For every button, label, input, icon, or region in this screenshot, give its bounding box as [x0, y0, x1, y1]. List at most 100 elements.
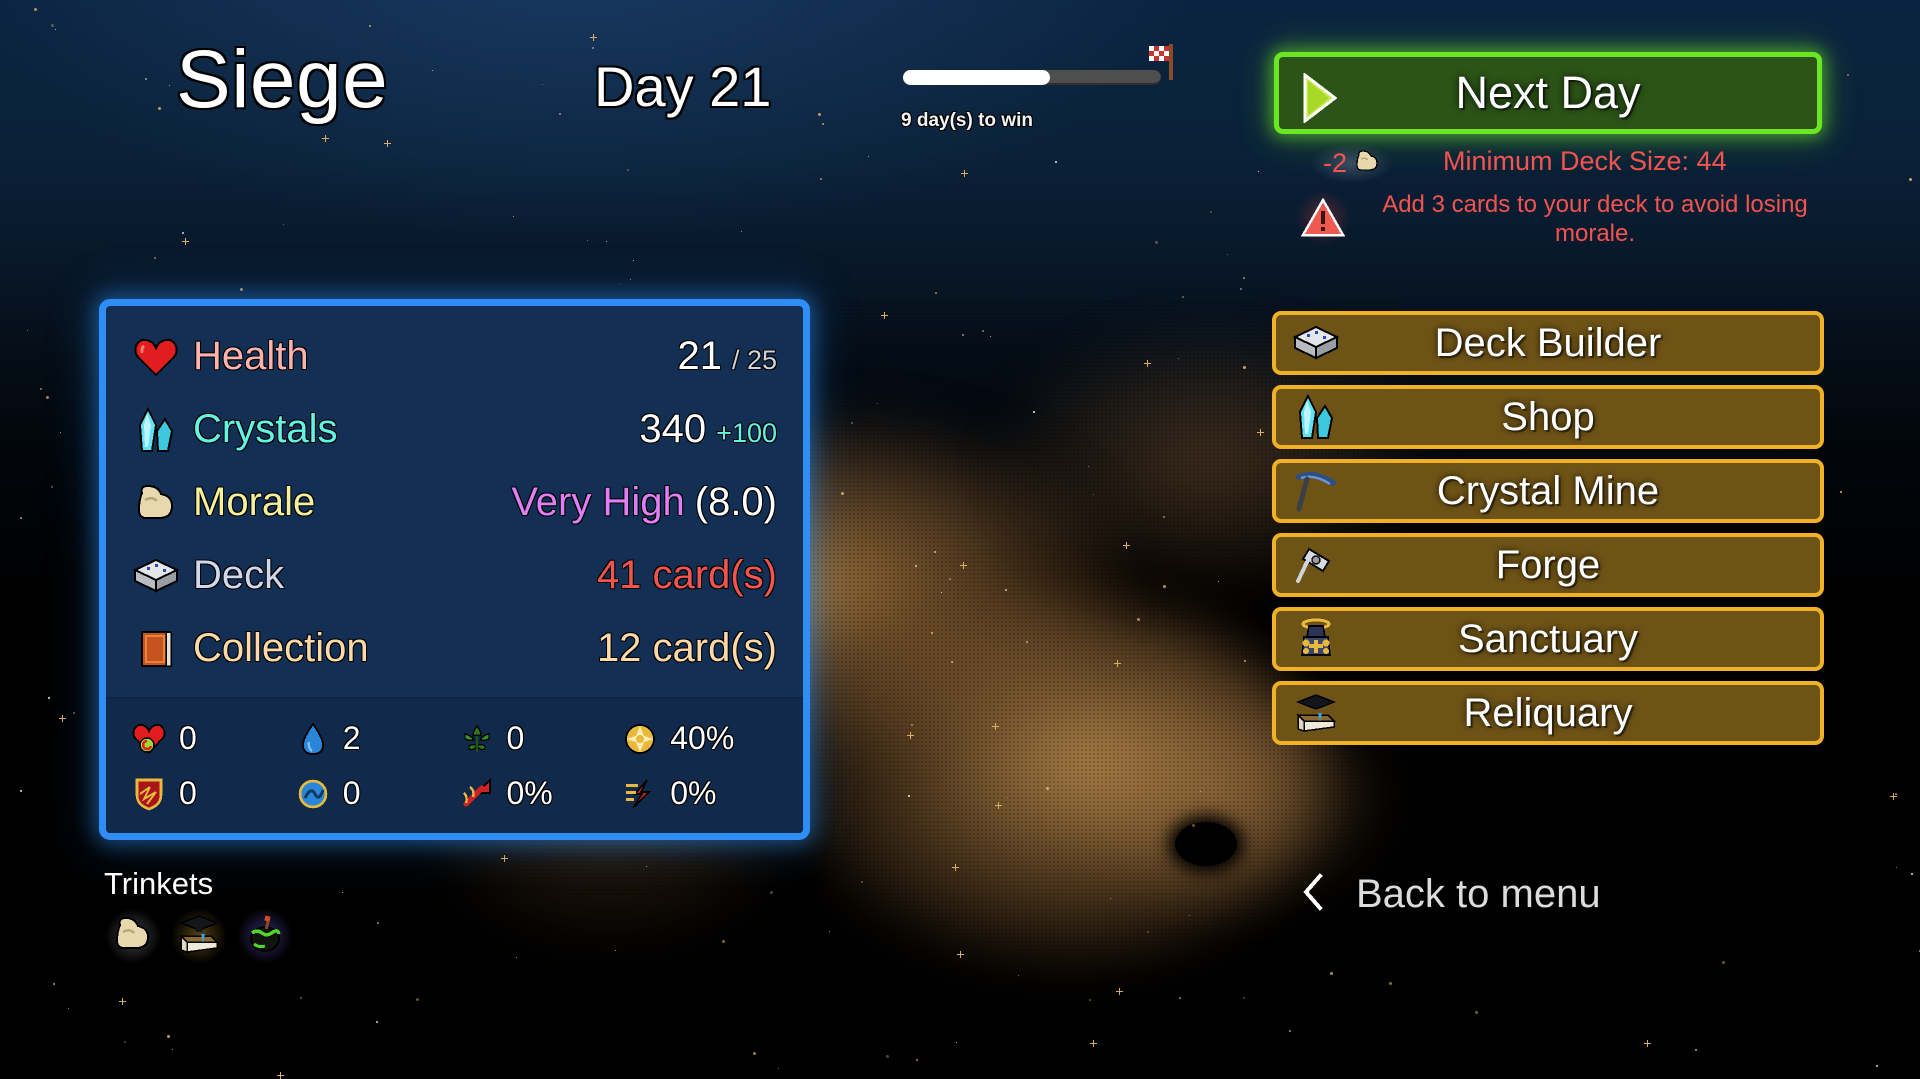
- star: [1093, 494, 1094, 495]
- star: [1033, 411, 1035, 413]
- star: [820, 178, 822, 180]
- star: [20, 790, 22, 792]
- stat-row: Collection 12 card(s): [132, 612, 777, 685]
- stat-name: Morale: [193, 480, 316, 524]
- star: [868, 156, 869, 157]
- stat-value: 0: [506, 720, 525, 756]
- card-deck-icon: [1292, 319, 1340, 367]
- menu-item-deck-builder[interactable]: Deck Builder: [1272, 311, 1824, 375]
- star: [722, 940, 725, 943]
- star: [1055, 161, 1057, 163]
- star: [741, 231, 742, 232]
- star: [935, 292, 937, 294]
- star: [1244, 660, 1246, 662]
- star: [990, 336, 991, 337]
- next-day-button[interactable]: Next Day: [1274, 52, 1822, 134]
- star: [27, 330, 28, 331]
- star: [861, 881, 863, 883]
- star: [1182, 296, 1184, 298]
- page-title: Siege: [176, 34, 389, 125]
- stats-panel: Health 21 / 25 Crystals 340 +100 Morale …: [99, 299, 810, 840]
- crystal-icon: [1292, 393, 1340, 441]
- bicep-trinket-icon: [113, 914, 153, 959]
- star: [1243, 366, 1246, 369]
- stat-value: 0: [179, 775, 197, 811]
- menu-item-sanctuary[interactable]: Sanctuary: [1272, 607, 1824, 671]
- star: [1911, 873, 1913, 875]
- stat-value: 340: [639, 407, 707, 451]
- star: [384, 140, 391, 147]
- trinket-slot[interactable]: [237, 908, 293, 964]
- back-to-menu-label: Back to menu: [1356, 872, 1601, 916]
- stat-row: Deck 41 card(s): [132, 539, 777, 612]
- star: [886, 1055, 889, 1058]
- star: [40, 388, 42, 390]
- star: [182, 238, 189, 245]
- stat-water: 2: [294, 711, 452, 766]
- stat-row: Health 21 / 25: [132, 320, 777, 393]
- stat-value: 0: [179, 720, 197, 756]
- star: [1018, 975, 1019, 976]
- star: [20, 517, 22, 519]
- star: [916, 1059, 918, 1061]
- stat-value: 40%: [670, 720, 735, 756]
- star: [322, 135, 329, 142]
- minimum-deck-size-text: Minimum Deck Size: 44: [1443, 146, 1727, 176]
- star: [167, 1035, 170, 1038]
- star: [1389, 982, 1392, 985]
- star: [1644, 1040, 1651, 1047]
- progress-track: [903, 44, 1173, 85]
- star: [1210, 211, 1212, 213]
- star: [1155, 241, 1158, 244]
- star: [881, 312, 888, 319]
- star: [124, 1041, 126, 1043]
- stat-values: 41 card(s): [597, 553, 777, 598]
- star: [957, 951, 964, 958]
- morale-delta-badge: -2: [1310, 144, 1394, 183]
- days-to-win-caption: 9 day(s) to win: [901, 110, 1033, 131]
- main-menu: Deck Builder Shop Crystal Mine Forge San…: [1272, 311, 1824, 745]
- stat-value: 0: [342, 775, 361, 811]
- menu-item-label: Deck Builder: [1434, 320, 1662, 365]
- star: [377, 922, 379, 924]
- menu-item-reliquary[interactable]: Reliquary: [1272, 681, 1824, 745]
- star: [1026, 641, 1028, 643]
- star: [992, 723, 999, 730]
- star: [1896, 867, 1897, 868]
- game-screen: Siege Day 21 9 day(s) to win Next Day -2…: [0, 0, 1920, 1079]
- stat-name: Health: [193, 334, 309, 378]
- trinket-slot[interactable]: [171, 908, 227, 964]
- stat-values: 340 +100: [639, 407, 777, 452]
- trinket-slot[interactable]: [105, 908, 161, 964]
- pickaxe-icon: [1292, 467, 1340, 515]
- star: [53, 983, 55, 985]
- star: [542, 84, 543, 85]
- star: [592, 47, 594, 49]
- star: [620, 284, 621, 285]
- leaf-icon: [458, 720, 496, 758]
- menu-item-crystal-mine[interactable]: Crystal Mine: [1272, 459, 1824, 523]
- star: [172, 1049, 173, 1050]
- stat-values: 12 card(s): [597, 626, 777, 671]
- star: [1200, 791, 1201, 792]
- gold-burst-icon: [621, 720, 659, 758]
- stat-name: Collection: [193, 626, 369, 670]
- star: [949, 578, 951, 580]
- star: [376, 1021, 378, 1023]
- star: [73, 712, 75, 714]
- menu-item-shop[interactable]: Shop: [1272, 385, 1824, 449]
- menu-item-forge[interactable]: Forge: [1272, 533, 1824, 597]
- star: [1147, 931, 1149, 933]
- star: [513, 216, 514, 217]
- back-to-menu-button[interactable]: Back to menu: [1300, 872, 1601, 917]
- book-icon: [132, 625, 180, 673]
- star: [1289, 1030, 1291, 1032]
- star: [48, 697, 50, 699]
- star: [1144, 360, 1151, 367]
- star: [432, 70, 433, 71]
- chevron-left-icon: [1300, 873, 1326, 916]
- star: [1243, 277, 1245, 279]
- graduation-book-icon: [1292, 689, 1340, 737]
- star: [1475, 1011, 1478, 1014]
- star: [908, 795, 910, 797]
